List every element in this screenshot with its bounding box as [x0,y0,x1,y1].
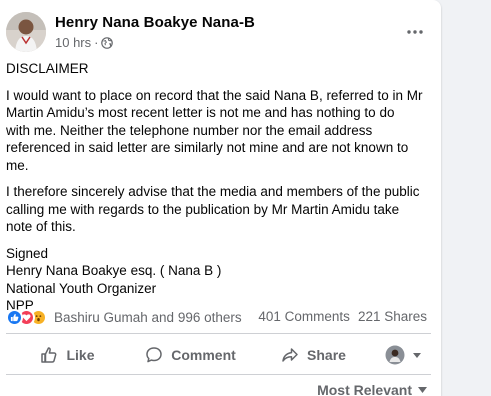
text-line: with me. Neither the telephone number no… [6,122,373,138]
divider [6,333,431,334]
text-line: me. [6,157,29,173]
post-card: Henry Nana Boakye Nana-B 10 hrs · DISCLA… [0,0,441,396]
post-paragraph: I would want to place on record that the… [6,87,431,175]
share-label: Share [307,347,346,363]
text-line: Martin Amidu’s most recent letter is not… [6,105,395,120]
like-label: Like [66,347,95,363]
post-time[interactable]: 10 hrs [55,35,91,50]
engagement-counts: 401 Comments 221 Shares [258,309,427,324]
like-reaction-icon [6,309,23,326]
text-line: referenced in said letter are similarly … [6,140,409,155]
like-button[interactable]: Like [6,338,129,372]
text-line: National Youth Organizer [6,280,157,296]
globe-icon [101,36,114,49]
post-paragraph: Signed Henry Nana Boakye esq. ( Nana B )… [6,245,431,315]
thumbs-up-icon [40,346,58,364]
more-options-icon[interactable] [401,18,429,46]
post-meta: 10 hrs · [55,35,114,50]
author-name[interactable]: Henry Nana Boakye Nana-B [55,14,255,31]
post-header: Henry Nana Boakye Nana-B 10 hrs · [6,12,433,52]
comment-icon [145,346,163,364]
text-line: calling me with regards to the publicati… [6,201,400,217]
post-paragraph: I therefore sincerely advise that the me… [6,183,431,236]
text-line: I would want to place on record that the… [6,87,423,103]
reactors-text[interactable]: Bashiru Gumah and 996 others [54,310,242,325]
reaction-summary[interactable]: Bashiru Gumah and 996 others [6,309,242,326]
caret-down-icon [418,387,427,393]
text-line: DISCLAIMER [6,61,89,76]
comments-sort-dropdown[interactable]: Most Relevant [317,382,427,396]
comment-button[interactable]: Comment [129,338,252,372]
share-button[interactable]: Share [252,338,375,372]
meta-separator: · [94,35,99,50]
caret-down-icon [413,352,421,358]
divider [6,374,431,375]
comments-count[interactable]: 401 Comments [258,309,350,324]
shares-count[interactable]: 221 Shares [358,309,427,324]
text-line: Henry Nana Boakye esq. ( Nana B ) [6,263,222,278]
author-avatar[interactable] [6,12,46,52]
post-actions: Like Comment Share [6,338,431,372]
text-line: I therefore sincerely advise that the me… [6,184,420,199]
text-line: note of this. [6,219,76,234]
post-stats: Bashiru Gumah and 996 others 401 Comment… [6,309,431,329]
user-avatar-small-icon [385,345,405,365]
post-paragraph: DISCLAIMER [6,60,431,78]
comment-label: Comment [171,347,236,363]
sort-label: Most Relevant [317,382,412,396]
text-line: Signed [6,245,49,261]
reaction-audience-selector[interactable] [375,338,431,372]
avatar-image [6,12,46,52]
share-icon [281,346,299,364]
post-text: DISCLAIMER I would want to place on reco… [6,60,431,324]
